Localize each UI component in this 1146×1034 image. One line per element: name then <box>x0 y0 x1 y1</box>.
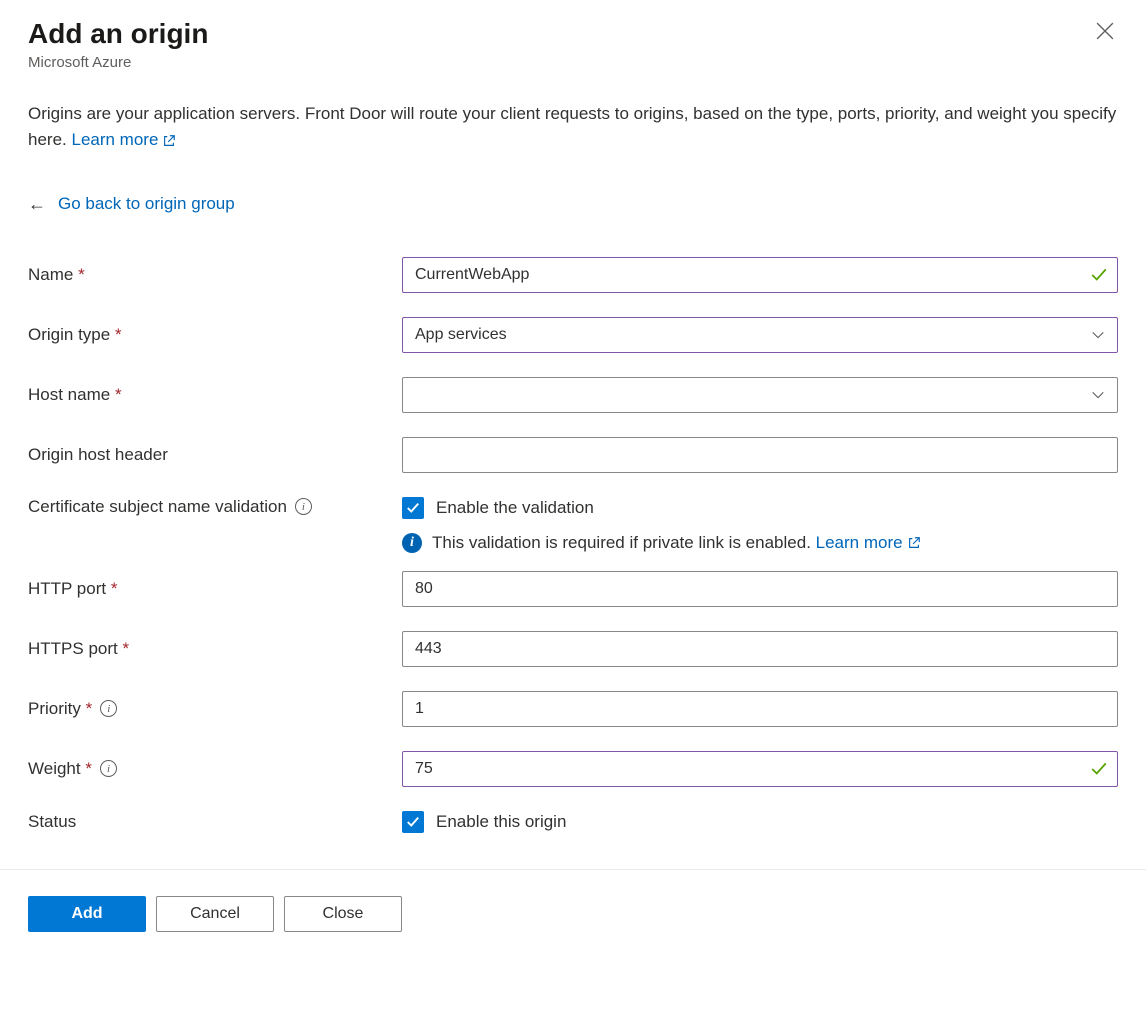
form-row-cert-validation: Certificate subject name validation i En… <box>28 497 1118 553</box>
page-title: Add an origin <box>28 18 208 50</box>
info-icon[interactable]: i <box>100 760 117 777</box>
external-link-icon <box>907 536 921 550</box>
form-row-weight: Weight * i <box>28 751 1118 787</box>
weight-label: Weight * i <box>28 759 402 779</box>
arrow-left-icon: ← <box>28 194 46 215</box>
form-row-http-port: HTTP port * <box>28 571 1118 607</box>
check-icon <box>1090 760 1108 778</box>
cert-validation-info: i This validation is required if private… <box>402 533 1118 553</box>
origin-host-header-input[interactable] <box>402 437 1118 473</box>
cert-validation-checkbox-label: Enable the validation <box>436 498 594 518</box>
form-row-origin-type: Origin type * App services <box>28 317 1118 353</box>
page-subtitle: Microsoft Azure <box>28 54 208 71</box>
origin-type-select[interactable]: App services <box>402 317 1118 353</box>
add-button[interactable]: Add <box>28 896 146 932</box>
back-link[interactable]: ← Go back to origin group <box>28 194 235 215</box>
form-row-status: Status Enable this origin <box>28 811 1118 833</box>
host-name-label: Host name * <box>28 385 402 405</box>
chevron-down-icon <box>1091 388 1105 402</box>
http-port-input[interactable] <box>402 571 1118 607</box>
status-checkbox[interactable] <box>402 811 424 833</box>
origin-host-header-label: Origin host header <box>28 445 402 465</box>
https-port-input[interactable] <box>402 631 1118 667</box>
form-row-priority: Priority * i <box>28 691 1118 727</box>
cancel-button[interactable]: Cancel <box>156 896 274 932</box>
https-port-label: HTTPS port * <box>28 639 402 659</box>
footer: Add Cancel Close <box>0 870 1146 958</box>
info-icon[interactable]: i <box>100 700 117 717</box>
host-name-select[interactable] <box>402 377 1118 413</box>
chevron-down-icon <box>1091 328 1105 342</box>
cert-validation-checkbox[interactable] <box>402 497 424 519</box>
panel-header: Add an origin Microsoft Azure <box>28 18 1118 71</box>
form-row-https-port: HTTPS port * <box>28 631 1118 667</box>
intro-text: Origins are your application servers. Fr… <box>28 101 1118 154</box>
cert-validation-label: Certificate subject name validation i <box>28 497 402 517</box>
origin-type-label: Origin type * <box>28 325 402 345</box>
external-link-icon <box>162 134 176 148</box>
form-row-host-name: Host name * <box>28 377 1118 413</box>
name-input[interactable] <box>402 257 1118 293</box>
check-icon <box>1090 266 1108 284</box>
info-circle-icon: i <box>402 533 422 553</box>
weight-input[interactable] <box>402 751 1118 787</box>
form-row-origin-host-header: Origin host header <box>28 437 1118 473</box>
close-icon[interactable] <box>1092 18 1118 48</box>
cert-learn-more-link[interactable]: Learn more <box>816 533 921 553</box>
close-button[interactable]: Close <box>284 896 402 932</box>
form-row-name: Name * <box>28 257 1118 293</box>
learn-more-link[interactable]: Learn more <box>71 127 176 153</box>
priority-label: Priority * i <box>28 699 402 719</box>
status-label: Status <box>28 812 402 832</box>
priority-input[interactable] <box>402 691 1118 727</box>
http-port-label: HTTP port * <box>28 579 402 599</box>
status-checkbox-label: Enable this origin <box>436 812 566 832</box>
name-label: Name * <box>28 265 402 285</box>
info-icon[interactable]: i <box>295 498 312 515</box>
